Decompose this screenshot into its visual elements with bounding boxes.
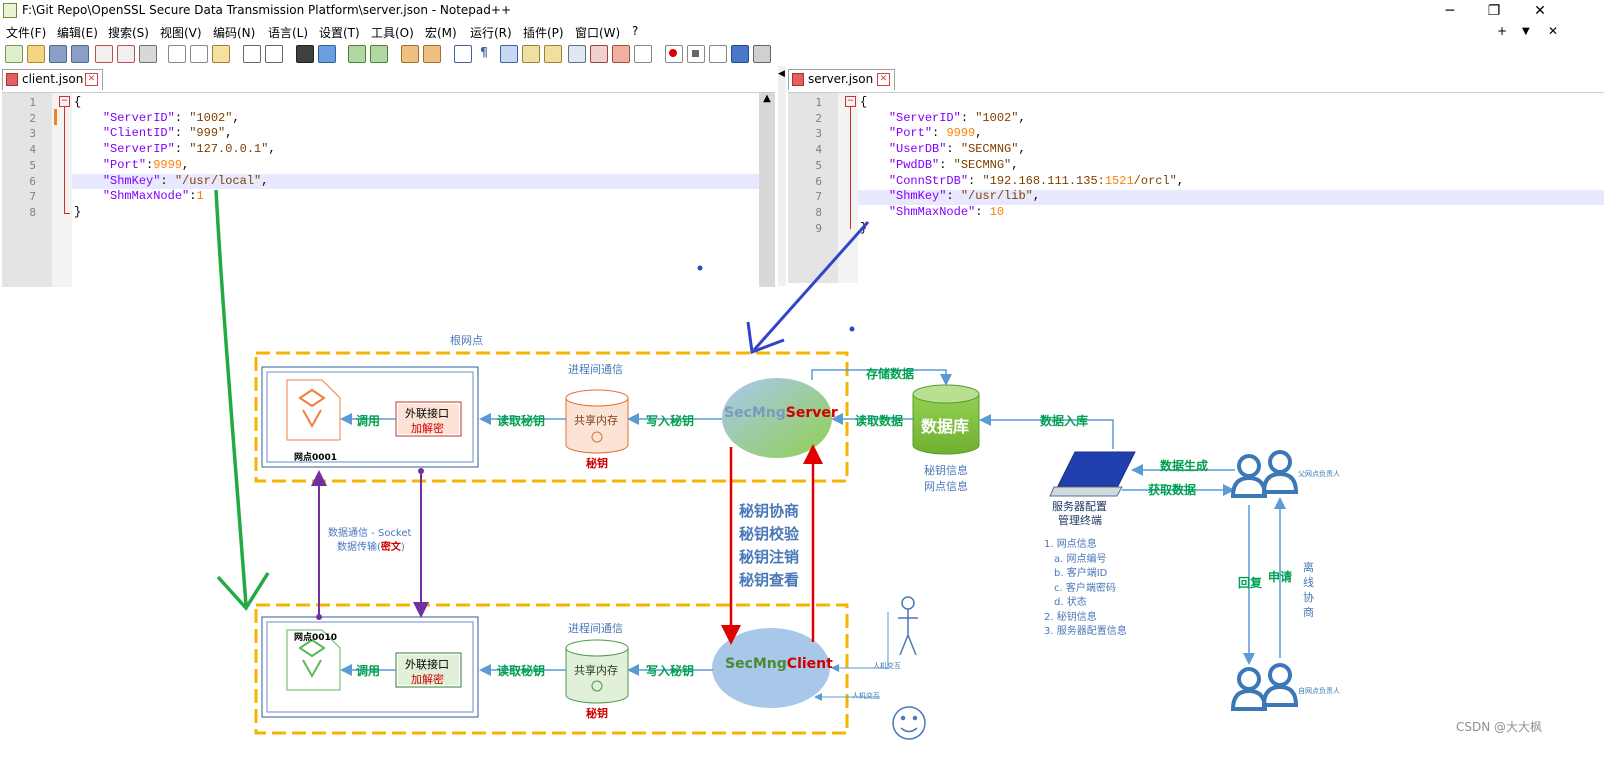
blue-dot [849, 326, 855, 332]
socket-label: 数据通信 - Socket [328, 528, 412, 539]
offline-label: 离线协商 [1303, 561, 1314, 619]
shm-label-top: 共享内存 [574, 414, 618, 427]
child-persons-icon [1230, 663, 1299, 711]
data-in-label: 数据入库 [1040, 414, 1089, 428]
client-label: SecMngClient [725, 656, 833, 672]
get-data-label: 获取数据 [1148, 483, 1197, 497]
ext-iface-label-bottom: 外联接口 [405, 658, 449, 671]
apply-label: 申请 [1268, 570, 1293, 584]
cipher-label: 数据传输(密文) [337, 542, 405, 553]
smiley-icon [892, 706, 926, 740]
terminal-label-2: 管理终端 [1058, 514, 1102, 527]
ext-iface-label-top: 外联接口 [405, 407, 449, 420]
info-list: 1. 网点信息 a. 网点编号 b. 客户端ID c. 客户端密码 d. 状态 … [1044, 539, 1127, 637]
write-key-label-top: 写入秘钥 [646, 414, 695, 428]
op-negotiate: 秘钥协商 [739, 502, 800, 520]
ops-list: 秘钥协商 秘钥校验 秘钥注销 秘钥查看 [739, 500, 799, 592]
encdec-label-bottom: 加解密 [411, 673, 444, 686]
root-label: 根网点 [450, 334, 483, 347]
server-label: SecMngServer [724, 405, 838, 421]
ipc-label-top: 进程间通信 [568, 363, 623, 376]
reply-label: 回复 [1238, 576, 1263, 590]
ipc-label-bottom: 进程间通信 [568, 622, 623, 635]
hci-label-2: 人机交互 [852, 692, 880, 700]
key-label-top: 秘钥 [586, 457, 608, 470]
shm-label-bottom: 共享内存 [574, 664, 618, 677]
child-person-label: 自网点负责人 [1298, 687, 1340, 695]
read-data-label: 读取数据 [855, 414, 904, 428]
db-info-2: 网点信息 [924, 480, 968, 493]
write-key-label-bottom: 写入秘钥 [646, 664, 695, 678]
op-view: 秘钥查看 [739, 571, 800, 589]
blue-dot [697, 265, 703, 271]
data-gen-label: 数据生成 [1160, 459, 1209, 473]
call-label-bottom: 调用 [356, 664, 381, 678]
module-icon-top [286, 379, 341, 441]
architecture-diagram [214, 189, 1299, 740]
op-revoke: 秘钥注销 [739, 548, 800, 566]
read-key-label-bottom: 读取秘钥 [497, 664, 546, 678]
call-label-top: 调用 [356, 414, 381, 428]
user-stick-icon [898, 596, 918, 656]
node-0010-label: 网点0010 [294, 633, 338, 643]
laptop-icon [1057, 451, 1136, 487]
parent-persons-icon [1230, 450, 1299, 498]
key-label-bottom: 秘钥 [586, 707, 608, 720]
green-annotation-arrow [214, 189, 248, 606]
store-data-label: 存储数据 [866, 367, 915, 381]
db-info-1: 秘钥信息 [924, 464, 968, 477]
read-key-label-top: 读取秘钥 [497, 414, 546, 428]
encdec-label-top: 加解密 [411, 422, 444, 435]
parent-person-label: 父网点负责人 [1298, 470, 1340, 478]
op-verify: 秘钥校验 [739, 525, 800, 543]
node-0001-label: 网点0001 [294, 453, 338, 463]
watermark: CSDN @大大枫 [1456, 720, 1543, 734]
db-label: 数据库 [921, 417, 970, 436]
hci-label-1: 人机交互 [873, 662, 901, 670]
